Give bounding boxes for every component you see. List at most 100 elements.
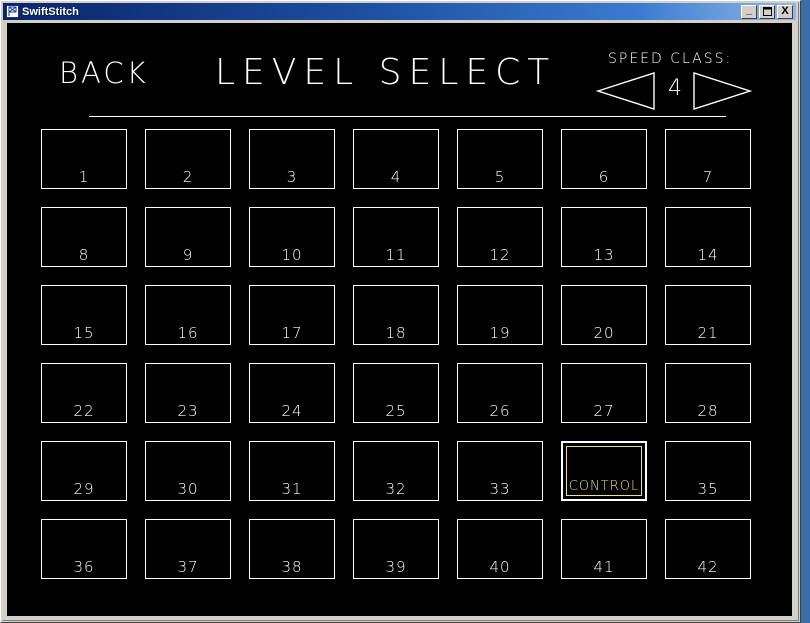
level-tile-label: 33: [489, 480, 511, 498]
level-tile[interactable]: 17: [249, 285, 335, 345]
level-tile[interactable]: 15: [41, 285, 127, 345]
level-tile[interactable]: 30: [145, 441, 231, 501]
level-tile-label: 39: [385, 558, 407, 576]
level-tile-label: 8: [78, 246, 90, 264]
level-tile-label: 24: [281, 402, 303, 420]
level-tile[interactable]: 4: [353, 129, 439, 189]
level-tile[interactable]: 2: [145, 129, 231, 189]
level-tile-label: 1: [78, 168, 90, 186]
level-tile-label: 5: [494, 168, 506, 186]
level-tile[interactable]: 1: [41, 129, 127, 189]
level-tile[interactable]: 32: [353, 441, 439, 501]
level-tile-label: 27: [593, 402, 615, 420]
level-tile[interactable]: 24: [249, 363, 335, 423]
level-tile[interactable]: 12: [457, 207, 543, 267]
level-tile[interactable]: 33: [457, 441, 543, 501]
level-tile-label: 26: [489, 402, 511, 420]
level-tile-label: 11: [385, 246, 407, 264]
level-tile-label: 17: [281, 324, 303, 342]
level-tile[interactable]: 7: [665, 129, 751, 189]
game-canvas: BACK LEVEL SELECT SPEED CLASS: 4 1234567…: [7, 23, 792, 616]
level-tile-label: 13: [593, 246, 615, 264]
level-tile-label: 9: [182, 246, 194, 264]
level-tile[interactable]: 19: [457, 285, 543, 345]
level-tile[interactable]: 8: [41, 207, 127, 267]
level-tile[interactable]: 6: [561, 129, 647, 189]
level-tile[interactable]: 42: [665, 519, 751, 579]
level-tile-label: 35: [697, 480, 719, 498]
level-tile-label: 36: [73, 558, 95, 576]
level-tile-label: 7: [702, 168, 714, 186]
window-controls: _ X: [741, 3, 795, 19]
minimize-icon: _: [745, 3, 753, 16]
level-tile[interactable]: 26: [457, 363, 543, 423]
level-tile-label: 40: [489, 558, 511, 576]
close-icon: X: [781, 5, 789, 17]
triangle-right-icon[interactable]: [692, 71, 753, 116]
level-tile-label: 14: [697, 246, 719, 264]
level-tile-label: 30: [177, 480, 199, 498]
level-tile[interactable]: 16: [145, 285, 231, 345]
level-tile[interactable]: 40: [457, 519, 543, 579]
level-tile[interactable]: 31: [249, 441, 335, 501]
desktop-background: SwiftStitch _ X BACK LEVEL SELECT SPEED …: [0, 0, 810, 623]
level-tile-label: 4: [390, 168, 402, 186]
level-tile[interactable]: 35: [665, 441, 751, 501]
level-tile-label: 23: [177, 402, 199, 420]
level-tile[interactable]: 23: [145, 363, 231, 423]
level-tile-label: 42: [697, 558, 719, 576]
level-tile[interactable]: 27: [561, 363, 647, 423]
minimize-button[interactable]: _: [741, 3, 757, 19]
level-tile-label: 21: [697, 324, 719, 342]
level-tile[interactable]: 3: [249, 129, 335, 189]
level-tile-label: 28: [697, 402, 719, 420]
level-tile-label: 31: [281, 480, 303, 498]
level-tile[interactable]: 25: [353, 363, 439, 423]
close-button[interactable]: X: [777, 4, 793, 19]
level-tile[interactable]: 38: [249, 519, 335, 579]
level-tile[interactable]: 37: [145, 519, 231, 579]
level-tile-label: 29: [73, 480, 95, 498]
level-tile[interactable]: 11: [353, 207, 439, 267]
page-title: LEVEL SELECT: [215, 52, 557, 93]
maximize-button[interactable]: [759, 4, 775, 19]
header-divider: [89, 116, 726, 117]
level-tile[interactable]: 41: [561, 519, 647, 579]
level-tile[interactable]: 39: [353, 519, 439, 579]
level-tile[interactable]: 22: [41, 363, 127, 423]
window-title: SwiftStitch: [22, 5, 79, 18]
level-tile-label: 16: [177, 324, 199, 342]
level-tile-label: 32: [385, 480, 407, 498]
level-tile[interactable]: 10: [249, 207, 335, 267]
level-tile-label: 37: [177, 558, 199, 576]
level-tile-label: 20: [593, 324, 615, 342]
speed-class-label: SPEED CLASS:: [608, 51, 733, 67]
level-tile[interactable]: 5: [457, 129, 543, 189]
level-tile[interactable]: 9: [145, 207, 231, 267]
level-tile-selected[interactable]: CONTROL: [561, 441, 647, 501]
level-tile-label: 19: [489, 324, 511, 342]
level-tile[interactable]: 14: [665, 207, 751, 267]
level-tile[interactable]: 36: [41, 519, 127, 579]
speed-class-value: 4: [668, 76, 682, 101]
application-window: SwiftStitch _ X BACK LEVEL SELECT SPEED …: [0, 0, 801, 623]
level-tile-label: 10: [281, 246, 303, 264]
triangle-left-icon[interactable]: [595, 71, 656, 116]
back-button[interactable]: BACK: [59, 59, 149, 88]
level-tile-label: 41: [593, 558, 615, 576]
level-tile-label: 2: [182, 168, 194, 186]
maximize-icon: [760, 6, 774, 18]
title-bar: SwiftStitch _ X: [3, 3, 796, 20]
level-tile[interactable]: 18: [353, 285, 439, 345]
level-tile[interactable]: 20: [561, 285, 647, 345]
level-tile[interactable]: 13: [561, 207, 647, 267]
level-tile-label: 3: [286, 168, 298, 186]
level-tile[interactable]: 21: [665, 285, 751, 345]
level-tile-label: 12: [489, 246, 511, 264]
level-tile-label: 15: [73, 324, 95, 342]
level-tile-label: 6: [598, 168, 610, 186]
level-tile[interactable]: 28: [665, 363, 751, 423]
level-tile-label: CONTROL: [568, 479, 640, 494]
level-tile[interactable]: 29: [41, 441, 127, 501]
speed-class-selector: SPEED CLASS: 4: [592, 51, 762, 113]
